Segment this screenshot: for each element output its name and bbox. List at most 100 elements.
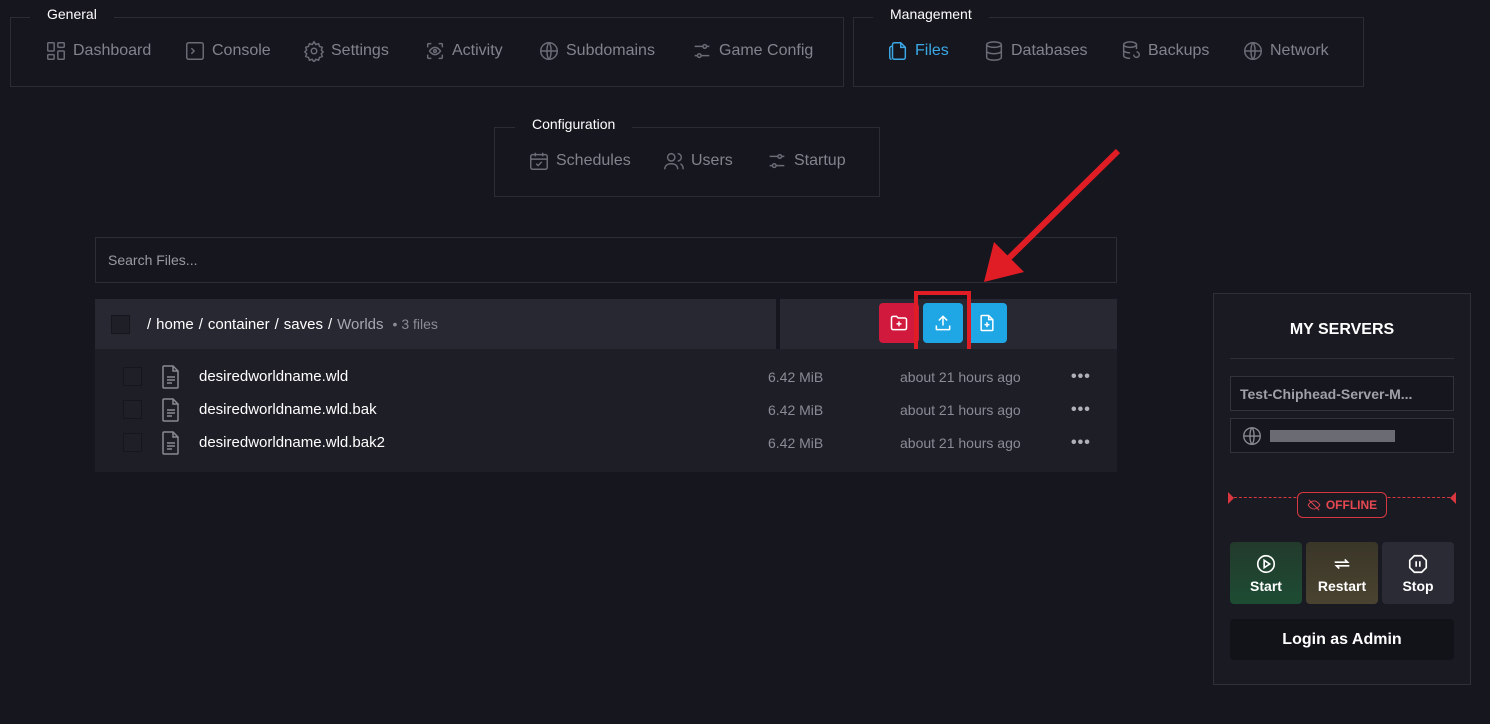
more-options-button[interactable]: ••• — [1071, 434, 1091, 452]
file-row[interactable]: desiredworldname.wld.bak 6.42 MiB about … — [95, 393, 1117, 426]
dashboard-icon — [47, 42, 65, 60]
nav-network-label: Network — [1270, 42, 1329, 59]
globe-icon — [1244, 42, 1262, 60]
upload-button[interactable] — [923, 303, 963, 343]
file-name[interactable]: desiredworldname.wld — [199, 368, 348, 385]
status-line-cap — [1450, 492, 1456, 504]
search-files-input[interactable] — [95, 237, 1117, 283]
nav-files[interactable]: Files — [887, 40, 949, 62]
file-name[interactable]: desiredworldname.wld.bak — [199, 401, 377, 418]
nav-startup[interactable]: Startup — [766, 150, 846, 172]
file-name[interactable]: desiredworldname.wld.bak2 — [199, 434, 385, 451]
server-address-field[interactable] — [1230, 418, 1454, 453]
my-servers-title: MY SERVERS — [1289, 321, 1395, 338]
users-icon — [664, 152, 684, 170]
file-modified: about 21 hours ago — [900, 401, 1021, 418]
nav-users[interactable]: Users — [663, 150, 733, 172]
calendar-check-icon — [530, 152, 548, 170]
eye-off-icon — [1307, 499, 1321, 511]
file-browser-header: / home / container / saves / Worlds • 3 … — [95, 299, 776, 349]
nav-game-config-label: Game Config — [719, 42, 814, 59]
nav-backups[interactable]: Backups — [1120, 40, 1209, 62]
database-icon — [985, 41, 1003, 61]
file-row[interactable]: desiredworldname.wld 6.42 MiB about 21 h… — [95, 360, 1117, 393]
nav-subdomains-label: Subdomains — [566, 42, 655, 59]
management-group-title: Management — [873, 0, 989, 28]
nav-schedules[interactable]: Schedules — [528, 150, 631, 172]
nav-backups-label: Backups — [1148, 42, 1210, 59]
nav-game-config[interactable]: Game Config — [691, 40, 813, 62]
my-servers-panel: MY SERVERS Test-Chiphead-Server-M... OFF… — [1213, 293, 1471, 685]
pause-octagon-icon — [1408, 554, 1428, 573]
upload-icon — [935, 315, 951, 331]
file-icon — [161, 365, 181, 389]
configuration-group-title: Configuration — [515, 110, 633, 138]
login-as-admin-button[interactable]: Login as Admin — [1230, 619, 1454, 660]
folder-plus-icon — [890, 315, 908, 331]
terminal-icon — [186, 42, 204, 60]
nav-console[interactable]: Console — [184, 40, 271, 62]
file-size: 6.42 MiB — [768, 434, 824, 451]
breadcrumb-separator: / — [198, 315, 203, 333]
file-icon — [161, 431, 181, 455]
database-backup-icon — [1122, 41, 1140, 60]
general-nav-group: General Dashboard Console Settings Activ… — [10, 0, 844, 87]
file-checkbox[interactable] — [123, 400, 142, 419]
file-plus-icon — [980, 314, 994, 332]
status-badge: OFFLINE — [1297, 492, 1387, 518]
globe-icon — [1243, 426, 1261, 445]
more-options-button[interactable]: ••• — [1071, 401, 1091, 419]
nav-network[interactable]: Network — [1242, 40, 1329, 62]
play-icon — [1256, 554, 1276, 573]
nav-databases[interactable]: Databases — [983, 40, 1088, 62]
server-select[interactable]: Test-Chiphead-Server-M... — [1230, 376, 1454, 411]
nav-console-label: Console — [212, 42, 271, 59]
general-group-title: General — [30, 0, 114, 28]
file-size: 6.42 MiB — [768, 368, 824, 385]
management-nav-group: Management Files Databases Backups Netwo… — [853, 0, 1364, 87]
configuration-nav-group: Configuration Schedules Users Startup — [494, 110, 880, 197]
breadcrumb-container[interactable]: container — [208, 316, 270, 333]
file-size: 6.42 MiB — [768, 401, 824, 418]
start-label: Start — [1250, 577, 1282, 594]
gear-icon — [303, 40, 325, 62]
restart-label: Restart — [1317, 577, 1367, 594]
nav-settings[interactable]: Settings — [303, 40, 389, 62]
file-actions-bar — [780, 299, 1117, 349]
sliders-icon — [694, 43, 710, 59]
breadcrumb-current: Worlds — [337, 315, 384, 333]
repeat-icon — [1334, 558, 1350, 569]
breadcrumb-home[interactable]: home — [156, 316, 194, 333]
breadcrumb-saves[interactable]: saves — [284, 316, 323, 333]
file-checkbox[interactable] — [123, 367, 142, 386]
file-modified: about 21 hours ago — [900, 368, 1021, 385]
file-count: • 3 files — [392, 316, 438, 332]
breadcrumb: / home / container / saves / Worlds • 3 … — [147, 316, 438, 333]
nav-schedules-label: Schedules — [556, 152, 631, 169]
file-checkbox[interactable] — [123, 433, 142, 452]
stop-button[interactable]: Stop — [1382, 542, 1454, 604]
new-file-button[interactable] — [967, 303, 1007, 343]
start-button[interactable]: Start — [1230, 542, 1302, 604]
nav-subdomains[interactable]: Subdomains — [538, 40, 655, 62]
breadcrumb-separator: / — [327, 315, 333, 333]
nav-activity[interactable]: Activity — [424, 40, 503, 62]
sliders-icon — [769, 153, 785, 169]
more-options-button[interactable]: ••• — [1071, 368, 1091, 386]
nav-settings-label: Settings — [331, 42, 389, 59]
status-text: OFFLINE — [1325, 498, 1378, 512]
select-all-checkbox[interactable] — [111, 314, 130, 334]
new-folder-button[interactable] — [879, 303, 919, 343]
nav-databases-label: Databases — [1011, 42, 1088, 59]
server-name: Test-Chiphead-Server-M... — [1240, 385, 1413, 402]
file-icon — [161, 398, 181, 422]
divider — [1230, 358, 1454, 359]
files-icon — [889, 42, 907, 60]
breadcrumb-separator: / — [274, 315, 279, 333]
restart-button[interactable]: Restart — [1306, 542, 1378, 604]
globe-icon — [540, 42, 558, 60]
file-row[interactable]: desiredworldname.wld.bak2 6.42 MiB about… — [95, 426, 1117, 459]
stop-label: Stop — [1402, 577, 1434, 594]
nav-dashboard[interactable]: Dashboard — [45, 40, 151, 62]
file-modified: about 21 hours ago — [900, 434, 1021, 451]
